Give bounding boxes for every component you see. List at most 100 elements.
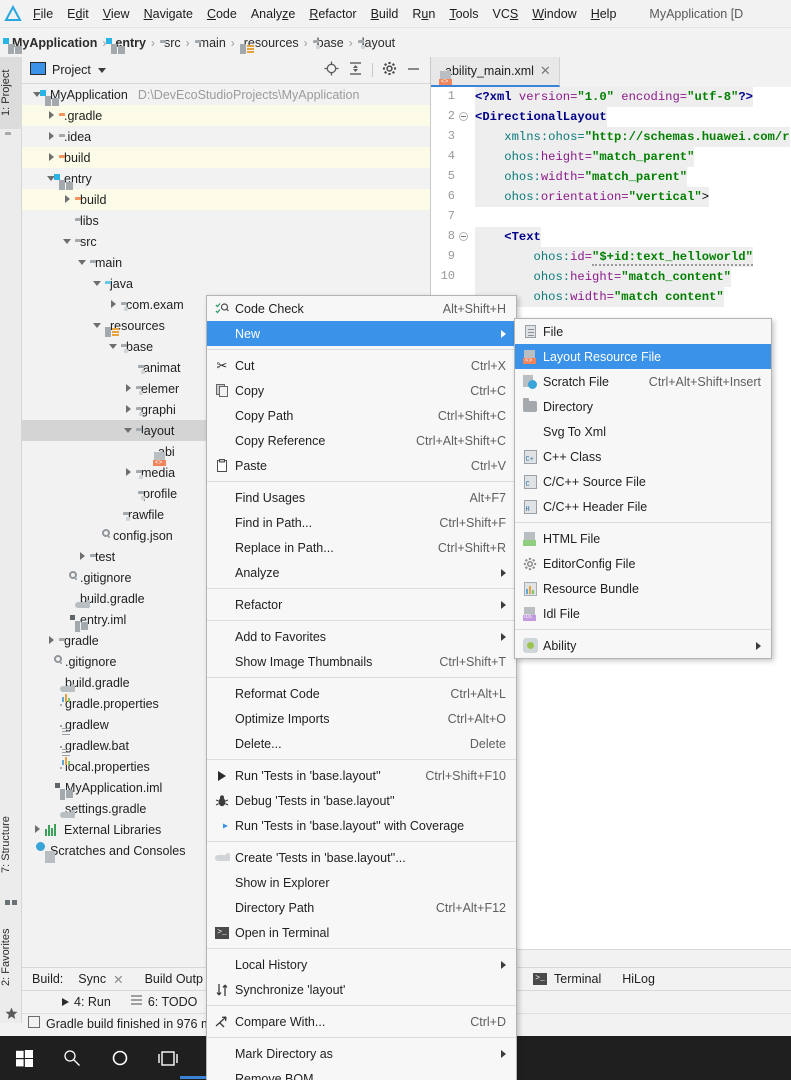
sidebar-item-favorites[interactable]: 2: Favorites	[0, 912, 22, 1002]
chevron-down-icon[interactable]	[108, 341, 119, 352]
cortana-icon[interactable]	[96, 1036, 144, 1080]
menu-item-copy-path[interactable]: Copy Path Ctrl+Shift+C	[207, 403, 516, 428]
task-view-icon[interactable]	[144, 1036, 192, 1080]
tab-todo[interactable]: 6: TODO	[121, 995, 208, 1009]
sidebar-item-project[interactable]: 1: Project	[0, 57, 22, 129]
menu-item-paste[interactable]: Paste Ctrl+V	[207, 453, 516, 478]
chevron-down-icon[interactable]	[77, 257, 88, 268]
menu-item-copy[interactable]: Copy Ctrl+C	[207, 378, 516, 403]
tree-row-entry[interactable]: entry	[22, 168, 430, 190]
menu-item-mark-directory-as[interactable]: Mark Directory as	[207, 1041, 516, 1066]
submenu-item-html-file[interactable]: HTML File	[515, 526, 771, 551]
minimize-icon[interactable]	[406, 61, 421, 79]
menu-item-run-tests-with-coverage[interactable]: Run 'Tests in 'base.layout'' with Covera…	[207, 813, 516, 838]
windows-start-icon[interactable]	[0, 1036, 48, 1080]
breadcrumb-item-entry[interactable]: entry	[106, 36, 146, 54]
chevron-right-icon[interactable]	[123, 467, 134, 478]
menu-item-optimize-imports[interactable]: Optimize Imports Ctrl+Alt+O	[207, 706, 516, 731]
build-output-tab[interactable]: Build Outp	[145, 972, 203, 986]
menu-item-remove-bom[interactable]: Remove BOM	[207, 1066, 516, 1080]
menu-item-code-check[interactable]: Code Check Alt+Shift+H	[207, 296, 516, 321]
menu-navigate[interactable]: Navigate	[137, 4, 200, 24]
breadcrumb-item-myapplication[interactable]: MyApplication	[3, 36, 97, 54]
menu-item-analyze[interactable]: Analyze	[207, 560, 516, 585]
editor-tab-ability-main-xml[interactable]: <> ability_main.xml ✕	[431, 57, 560, 87]
menu-item-reformat-code[interactable]: Reformat Code Ctrl+Alt+L	[207, 681, 516, 706]
close-icon[interactable]: ✕	[113, 972, 123, 987]
menu-item-find-usages[interactable]: Find Usages Alt+F7	[207, 485, 516, 510]
chevron-down-icon[interactable]	[97, 67, 106, 73]
chevron-down-icon[interactable]	[92, 278, 103, 289]
chevron-right-icon[interactable]	[108, 299, 119, 310]
tree-row-src[interactable]: src	[22, 231, 430, 252]
chevron-right-icon[interactable]	[123, 404, 134, 415]
breadcrumb-item-base[interactable]: base	[313, 36, 344, 50]
menu-vcs[interactable]: VCS	[486, 4, 526, 24]
menu-refactor[interactable]: Refactor	[302, 4, 363, 24]
menu-item-local-history[interactable]: Local History	[207, 952, 516, 977]
menu-item-synchronize-layout[interactable]: Synchronize 'layout'	[207, 977, 516, 1002]
close-icon[interactable]: ✕	[540, 63, 551, 79]
submenu-item-layout-resource-file[interactable]: <> Layout Resource File	[515, 344, 771, 369]
submenu-item-editorconfig-file[interactable]: EditorConfig File	[515, 551, 771, 576]
terminal-tab[interactable]: Terminal	[554, 972, 601, 986]
sidebar-item-structure[interactable]: 7: Structure	[0, 802, 22, 887]
menu-item-run-tests[interactable]: Run 'Tests in 'base.layout'' Ctrl+Shift+…	[207, 763, 516, 788]
fold-marker-icon[interactable]	[459, 112, 468, 121]
chevron-right-icon[interactable]	[77, 551, 88, 562]
menu-item-refactor[interactable]: Refactor	[207, 592, 516, 617]
menu-item-replace-in-path[interactable]: Replace in Path... Ctrl+Shift+R	[207, 535, 516, 560]
menu-item-show-image-thumbnails[interactable]: Show Image Thumbnails Ctrl+Shift+T	[207, 649, 516, 674]
gear-icon[interactable]	[382, 61, 397, 79]
submenu-item-svg-to-xml[interactable]: Svg To Xml	[515, 419, 771, 444]
locate-target-icon[interactable]	[324, 61, 339, 79]
menu-item-new[interactable]: New	[207, 321, 516, 346]
sync-tab[interactable]: Sync	[78, 972, 106, 986]
submenu-item-c-header-file[interactable]: H C/C++ Header File	[515, 494, 771, 519]
tree-row-libs[interactable]: libs	[22, 210, 430, 231]
menu-tools[interactable]: Tools	[442, 4, 485, 24]
menu-edit[interactable]: Edit	[60, 4, 96, 24]
tree-row-myapplication[interactable]: MyApplication D:\DevEcoStudioProjects\My…	[22, 84, 430, 106]
menu-help[interactable]: Help	[584, 4, 624, 24]
submenu-item-ability[interactable]: Ability	[515, 633, 771, 658]
menu-item-find-in-path[interactable]: Find in Path... Ctrl+Shift+F	[207, 510, 516, 535]
chevron-right-icon[interactable]	[46, 152, 57, 163]
menu-item-delete[interactable]: Delete... Delete	[207, 731, 516, 756]
menu-item-open-in-terminal[interactable]: >_ Open in Terminal	[207, 920, 516, 945]
menu-item-copy-reference[interactable]: Copy Reference Ctrl+Alt+Shift+C	[207, 428, 516, 453]
menu-window[interactable]: Window	[525, 4, 583, 24]
menu-build[interactable]: Build	[364, 4, 406, 24]
menu-file[interactable]: File	[26, 4, 60, 24]
tree-row-idea[interactable]: .idea	[22, 126, 430, 147]
search-icon[interactable]	[48, 1036, 96, 1080]
chevron-right-icon[interactable]	[46, 110, 57, 121]
tree-row-build[interactable]: build	[22, 147, 430, 168]
submenu-item-c-source-file[interactable]: C C/C++ Source File	[515, 469, 771, 494]
submenu-item-idl-file[interactable]: IDL Idl File	[515, 601, 771, 626]
submenu-item-resource-bundle[interactable]: Resource Bundle	[515, 576, 771, 601]
breadcrumb-item-main[interactable]: main	[195, 36, 226, 50]
breadcrumb-item-src[interactable]: src	[160, 36, 181, 50]
menu-item-show-in-explorer[interactable]: Show in Explorer	[207, 870, 516, 895]
breadcrumb-item-resources[interactable]: resources	[239, 36, 299, 54]
menu-item-compare-with[interactable]: Compare With... Ctrl+D	[207, 1009, 516, 1034]
hilog-tab[interactable]: HiLog	[622, 972, 655, 986]
submenu-item-directory[interactable]: Directory	[515, 394, 771, 419]
chevron-right-icon[interactable]	[32, 824, 43, 835]
tree-row-main[interactable]: main	[22, 252, 430, 273]
menu-code[interactable]: Code	[200, 4, 244, 24]
breadcrumb-item-layout[interactable]: layout	[358, 36, 395, 50]
menu-item-debug-tests[interactable]: Debug 'Tests in 'base.layout''	[207, 788, 516, 813]
menu-item-add-to-favorites[interactable]: Add to Favorites	[207, 624, 516, 649]
chevron-right-icon[interactable]	[123, 383, 134, 394]
menu-view[interactable]: View	[96, 4, 137, 24]
menu-item-cut[interactable]: ✂ Cut Ctrl+X	[207, 353, 516, 378]
tree-row-java[interactable]: java	[22, 273, 430, 294]
menu-run[interactable]: Run	[405, 4, 442, 24]
context-menu[interactable]: Code Check Alt+Shift+H New ✂ Cut Ctrl+X …	[206, 295, 517, 1080]
menu-item-directory-path[interactable]: Directory Path Ctrl+Alt+F12	[207, 895, 516, 920]
fold-marker-icon[interactable]	[459, 232, 468, 241]
submenu-item-cpp-class[interactable]: C+ C++ Class	[515, 444, 771, 469]
collapse-all-icon[interactable]	[348, 61, 363, 79]
